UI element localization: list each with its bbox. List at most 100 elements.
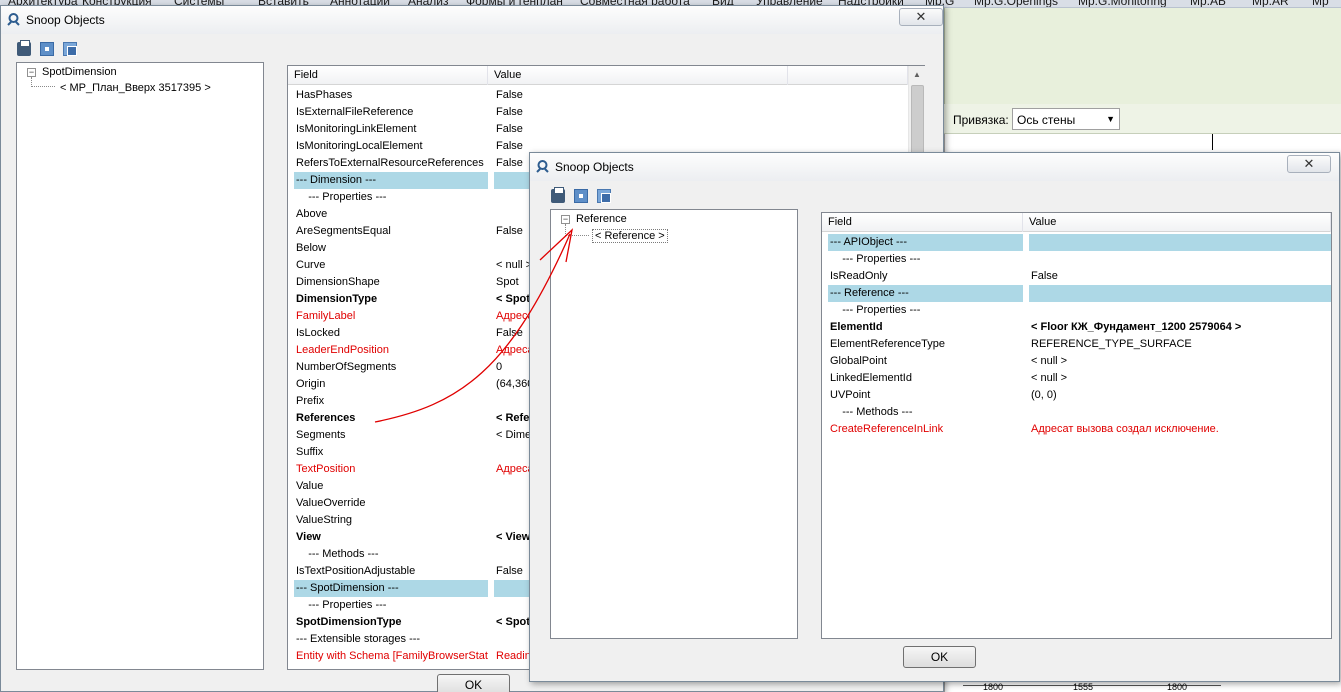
copy-icon[interactable] — [597, 189, 611, 203]
grid-row[interactable]: --- Methods --- — [822, 404, 1331, 421]
copy-icon[interactable] — [63, 42, 77, 56]
snap-dropdown[interactable]: Ось стены ▼ — [1012, 108, 1120, 130]
tree-node-reference-selected[interactable]: < Reference > — [592, 229, 668, 243]
field-cell: SpotDimensionType — [296, 616, 402, 628]
grid-row[interactable]: --- Properties --- — [822, 302, 1331, 319]
field-cell: Value — [296, 480, 324, 492]
grid-row[interactable]: IsMonitoringLinkElement False — [288, 121, 908, 138]
print-icon[interactable] — [551, 187, 565, 203]
toolbar — [530, 181, 1339, 211]
object-tree[interactable]: − Reference < Reference > — [550, 209, 798, 639]
value-cell — [1029, 302, 1331, 319]
drawing-dimension: 1800 — [983, 682, 1004, 692]
field-cell: Prefix — [296, 395, 325, 407]
snapshot-icon[interactable] — [40, 42, 54, 56]
snoop-app-icon — [7, 13, 20, 26]
field-cell: --- Dimension --- — [294, 172, 488, 189]
field-cell: IsReadOnly — [830, 270, 888, 282]
field-cell: --- Properties --- — [830, 253, 921, 265]
property-grid-panel: Field Value --- APIObject --- --- Proper… — [821, 212, 1332, 639]
window-titlebar[interactable]: Snoop Objects ✕ — [530, 153, 1339, 181]
field-cell: LinkedElementId — [830, 372, 912, 384]
window-title: Snoop Objects — [26, 13, 105, 27]
field-cell: Suffix — [296, 446, 324, 458]
close-icon: ✕ — [915, 9, 927, 24]
field-cell: IsLocked — [296, 327, 341, 339]
grid-row[interactable]: HasPhases False — [288, 87, 908, 104]
ribbon-tab[interactable]: Mp.G.Openings — [974, 0, 1058, 7]
value-cell: False — [1031, 270, 1058, 282]
tree-connector — [31, 77, 55, 87]
value-cell — [1029, 251, 1331, 268]
grid-row[interactable]: LinkedElementId < null > — [822, 370, 1331, 387]
field-cell: ElementId — [830, 321, 883, 333]
column-header-value[interactable]: Value — [1023, 213, 1331, 232]
field-cell: References — [296, 412, 356, 424]
ok-button[interactable]: OK — [903, 646, 976, 668]
toolbar — [1, 34, 943, 64]
field-cell: TextPosition — [296, 463, 356, 475]
ribbon-tab[interactable]: Mp — [1312, 0, 1329, 7]
grid-row[interactable]: IsExternalFileReference False — [288, 104, 908, 121]
window-titlebar[interactable]: Snoop Objects ✕ — [1, 6, 943, 34]
snoop-app-icon — [536, 160, 549, 173]
collapse-icon[interactable]: − — [27, 68, 36, 77]
object-tree[interactable]: − SpotDimension < MP_План_Вверх 3517395 … — [16, 62, 264, 670]
scroll-up-icon[interactable]: ▲ — [909, 66, 925, 83]
revit-options-bar: Привязка: Ось стены ▼ — [944, 104, 1341, 134]
field-cell: Origin — [296, 378, 326, 390]
field-cell: IsMonitoringLinkElement — [296, 123, 417, 135]
column-header-field[interactable]: Field — [288, 66, 488, 85]
grid-row[interactable]: GlobalPoint < null > — [822, 353, 1331, 370]
column-header-value[interactable]: Value — [488, 66, 788, 85]
ribbon-tab[interactable]: Mp.G.Monitoring — [1078, 0, 1167, 7]
field-cell: --- Properties --- — [296, 599, 387, 611]
column-header-field[interactable]: Field — [822, 213, 1023, 232]
field-cell: --- Methods --- — [296, 548, 379, 560]
tree-node-mp-plan[interactable]: < MP_План_Вверх 3517395 > — [60, 82, 211, 94]
field-cell: IsMonitoringLocalElement — [296, 140, 423, 152]
snapshot-icon[interactable] — [574, 189, 588, 203]
grid-row[interactable]: IsReadOnly False — [822, 268, 1331, 285]
grid-row[interactable]: ElementId < Floor КЖ_Фундамент_1200 25790… — [822, 319, 1331, 336]
value-cell: (0, 0) — [1031, 389, 1057, 401]
window-title: Snoop Objects — [555, 160, 634, 174]
ok-button[interactable]: OK — [437, 674, 510, 692]
close-button[interactable]: ✕ — [899, 8, 943, 26]
chevron-down-icon: ▼ — [1106, 114, 1115, 124]
value-cell: False — [496, 106, 523, 118]
field-cell: --- SpotDimension --- — [294, 580, 488, 597]
ribbon-tab[interactable]: Mp.АБ — [1190, 0, 1226, 7]
value-cell — [1029, 234, 1331, 251]
field-cell: --- Methods --- — [830, 406, 913, 418]
value-cell: Адресат вызова создал исключение. — [1031, 423, 1219, 435]
field-cell: RefersToExternalResourceReferences — [296, 157, 484, 169]
field-cell: ValueString — [296, 514, 353, 526]
field-cell: --- Properties --- — [830, 304, 921, 316]
value-cell: False — [496, 89, 523, 101]
column-header-blank — [788, 66, 908, 85]
grid-row[interactable]: --- Properties --- — [822, 251, 1331, 268]
collapse-icon[interactable]: − — [561, 215, 570, 224]
field-cell: AreSegmentsEqual — [296, 225, 391, 237]
field-cell: --- Reference --- — [828, 285, 1023, 302]
snap-label: Привязка: — [953, 113, 1009, 127]
property-grid[interactable]: Field Value --- APIObject --- --- Proper… — [822, 213, 1331, 638]
value-cell: < Floor КЖ_Фундамент_1200 2579064 > — [1031, 321, 1242, 333]
field-cell: --- APIObject --- — [828, 234, 1023, 251]
grid-row[interactable]: CreateReferenceInLink Адресат вызова созд… — [822, 421, 1331, 438]
ribbon-tab[interactable]: Mp.AR — [1252, 0, 1289, 7]
drawing-line — [1212, 134, 1213, 150]
field-cell: FamilyLabel — [296, 310, 356, 322]
close-button[interactable]: ✕ — [1287, 155, 1331, 173]
field-cell: NumberOfSegments — [296, 361, 397, 373]
field-cell: UVPoint — [830, 389, 871, 401]
grid-section-row[interactable]: --- Reference --- — [822, 285, 1331, 302]
field-cell: CreateReferenceInLink — [830, 423, 944, 435]
grid-row[interactable]: ElementReferenceType REFERENCE_TYPE_SURFA… — [822, 336, 1331, 353]
grid-section-row[interactable]: --- APIObject --- — [822, 234, 1331, 251]
field-cell: DimensionType — [296, 293, 378, 305]
grid-header: Field Value — [822, 213, 1331, 232]
print-icon[interactable] — [17, 40, 31, 56]
grid-row[interactable]: UVPoint (0, 0) — [822, 387, 1331, 404]
